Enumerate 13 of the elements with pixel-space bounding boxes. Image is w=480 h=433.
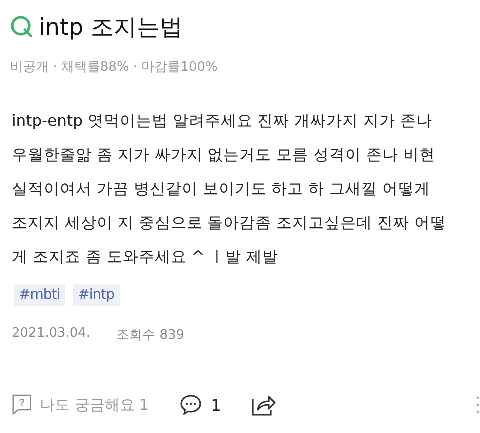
hashtag[interactable]: #mbti — [14, 284, 66, 306]
curious-button[interactable]: 나도 궁금해요 1 — [12, 394, 150, 416]
question-body: intp-entp 엿먹이는법 알려주세요 진짜 개싸가지 지가 존나 우월한줄앎 좀 지가 싸가지 없는거도 모름 성격이 존나 비현 실적이여서 가끔 병신같이 보이기도 하고 하 그새낄 어떻게 조지지 세상이 지 중심으로 돌아감좀 조지고싶은데 진짜 어떻 게 조지죠 좀 도와주세요 ^ ㅣ발 제발 — [12, 111, 448, 268]
question-mark-icon — [10, 15, 34, 39]
question-title: intp 조지는법 — [39, 14, 183, 42]
question-box-icon — [12, 394, 32, 416]
speech-bubble-icon — [179, 393, 204, 417]
hashtag[interactable]: #intp — [73, 284, 120, 306]
share-button[interactable] — [251, 393, 278, 417]
comment-button[interactable]: 1 — [179, 393, 222, 417]
view-count: 조회수 839 — [116, 327, 185, 344]
post-date: 2021.03.04. — [12, 326, 91, 343]
meta-text: 비공개 · 채택률88% · 마감률100% — [10, 59, 218, 76]
